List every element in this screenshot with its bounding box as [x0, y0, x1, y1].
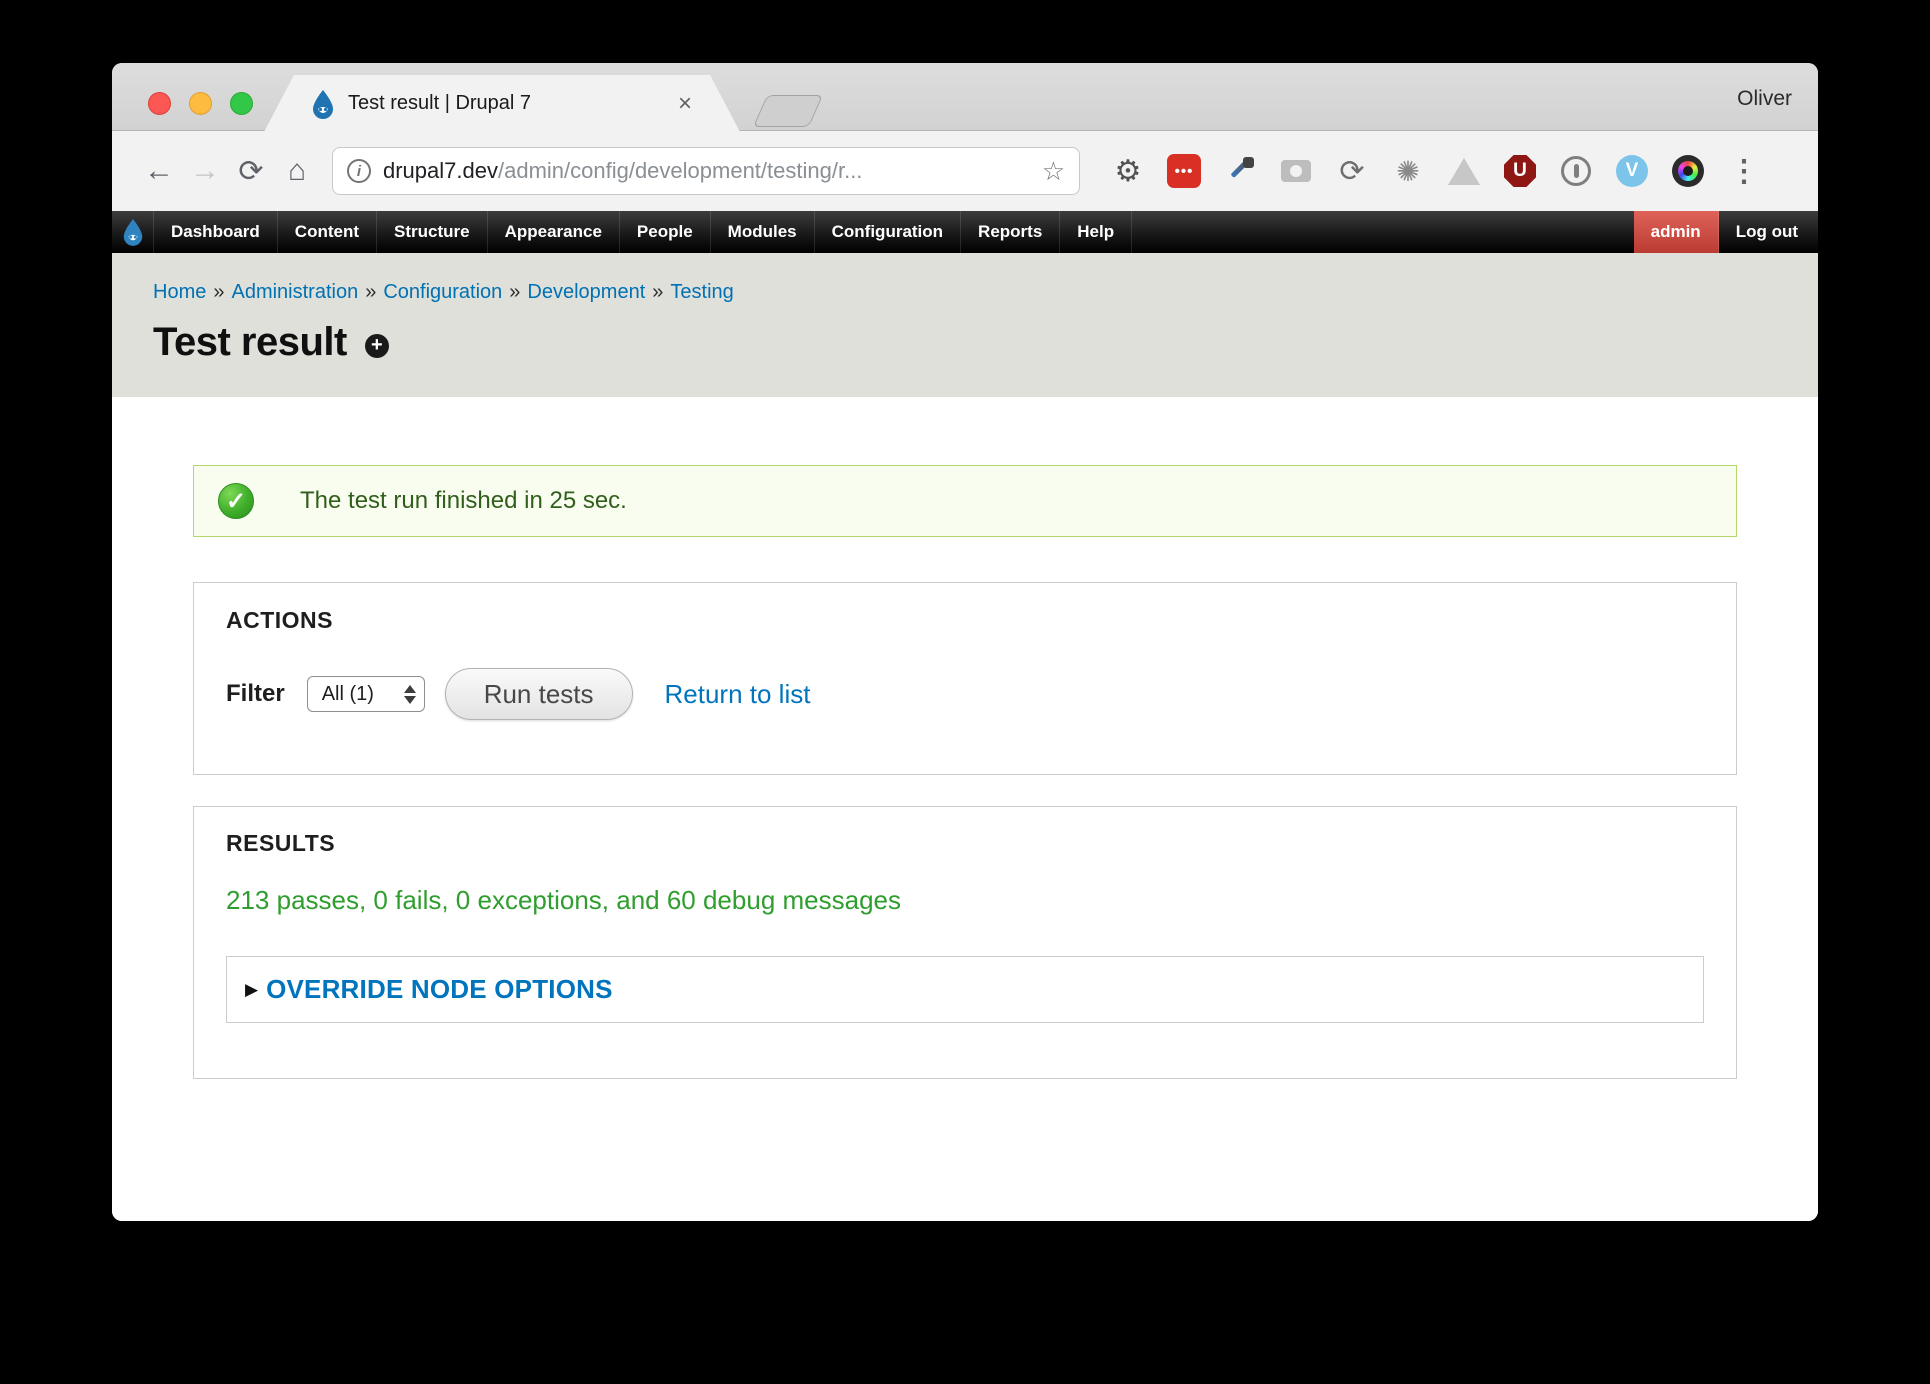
forward-icon: →: [182, 154, 228, 188]
status-message: ✓ The test run finished in 25 sec.: [193, 465, 1737, 537]
override-node-options-link[interactable]: OVERRIDE NODE OPTIONS: [266, 974, 613, 1005]
settings-gear-icon[interactable]: ⚙: [1115, 154, 1142, 189]
toolbar-logout[interactable]: Log out: [1719, 211, 1818, 253]
tab-close-icon[interactable]: ×: [678, 90, 692, 118]
toolbar-item-structure[interactable]: Structure: [377, 211, 488, 253]
breadcrumb-home[interactable]: Home: [153, 281, 206, 303]
toolbar-user-admin[interactable]: admin: [1634, 211, 1719, 253]
toolbar-item-people[interactable]: People: [620, 211, 711, 253]
toolbar-item-configuration[interactable]: Configuration: [815, 211, 961, 253]
results-panel: RESULTS 213 passes, 0 fails, 0 exception…: [193, 806, 1737, 1079]
toolbar-item-help[interactable]: Help: [1060, 211, 1132, 253]
reload-icon[interactable]: ⟳: [228, 154, 274, 189]
toolbar-item-dashboard[interactable]: Dashboard: [154, 211, 278, 253]
toolbar-item-reports[interactable]: Reports: [961, 211, 1060, 253]
ublock-origin-icon[interactable]: U: [1504, 155, 1536, 187]
home-icon[interactable]: ⌂: [274, 154, 320, 188]
drupal-logo-icon[interactable]: [112, 211, 154, 253]
add-shortcut-icon[interactable]: +: [365, 334, 389, 358]
browser-toolbar: ← → ⟳ ⌂ i drupal7.dev/admin/config/devel…: [112, 131, 1818, 211]
breadcrumb-testing[interactable]: Testing: [670, 281, 733, 303]
v-badge-icon[interactable]: V: [1616, 155, 1648, 187]
actions-panel: ACTIONS Filter All (1) Run tests Return …: [193, 582, 1737, 775]
close-window-button[interactable]: [148, 92, 171, 115]
eyedropper-icon[interactable]: [1225, 156, 1255, 186]
window-controls: [148, 92, 253, 115]
return-to-list-link[interactable]: Return to list: [665, 679, 811, 710]
breadcrumb-separator: »: [652, 281, 663, 303]
filter-select-value: All (1): [322, 683, 404, 706]
status-message-text: The test run finished in 25 sec.: [300, 487, 627, 515]
breadcrumb-separator: »: [509, 281, 520, 303]
url-path: /admin/config/development/testing/r...: [498, 158, 862, 183]
breadcrumb-configuration[interactable]: Configuration: [383, 281, 502, 303]
browser-profile-name: Oliver: [1737, 87, 1792, 111]
bookmark-star-icon[interactable]: ☆: [1042, 156, 1065, 187]
actions-heading: ACTIONS: [226, 607, 1704, 634]
toolbar-item-content[interactable]: Content: [278, 211, 377, 253]
address-bar[interactable]: i drupal7.dev/admin/config/development/t…: [332, 147, 1080, 195]
page-title: Test result: [153, 320, 347, 365]
collapsed-arrow-icon: ▶: [245, 980, 258, 1000]
success-check-icon: ✓: [218, 483, 254, 519]
toolbar-item-appearance[interactable]: Appearance: [488, 211, 620, 253]
zoom-window-button[interactable]: [230, 92, 253, 115]
results-heading: RESULTS: [226, 830, 1704, 857]
results-summary: 213 passes, 0 fails, 0 exceptions, and 6…: [226, 885, 1704, 916]
breadcrumb-development[interactable]: Development: [527, 281, 645, 303]
keyhole-icon[interactable]: [1561, 156, 1591, 186]
browser-window: Test result | Drupal 7 × Oliver ← → ⟳ ⌂ …: [112, 63, 1818, 1221]
tab-strip: Test result | Drupal 7 × Oliver: [112, 63, 1818, 131]
active-tab[interactable]: Test result | Drupal 7 ×: [264, 75, 740, 132]
toolbar-item-modules[interactable]: Modules: [711, 211, 815, 253]
breadcrumb-separator: »: [213, 281, 224, 303]
url-text[interactable]: drupal7.dev/admin/config/development/tes…: [383, 158, 1042, 184]
run-tests-button[interactable]: Run tests: [445, 668, 633, 720]
filter-label: Filter: [226, 680, 285, 708]
breadcrumb: Home » Administration » Configuration » Develo…: [153, 281, 1818, 304]
spiky-gear-icon[interactable]: ✺: [1396, 155, 1419, 188]
filter-select[interactable]: All (1): [307, 676, 425, 712]
page-header: Home » Administration » Configuration » Develo…: [112, 253, 1818, 397]
minimize-window-button[interactable]: [189, 92, 212, 115]
drupal-admin-toolbar: Dashboard Content Structure Appearance P…: [112, 211, 1818, 253]
breadcrumb-administration[interactable]: Administration: [231, 281, 358, 303]
page-info-icon[interactable]: i: [347, 159, 371, 183]
url-domain: drupal7.dev: [383, 158, 498, 183]
override-node-options-fieldset[interactable]: ▶ OVERRIDE NODE OPTIONS: [226, 956, 1704, 1023]
tab-title: Test result | Drupal 7: [348, 92, 678, 115]
select-arrows-icon: [404, 685, 416, 704]
breadcrumb-separator: »: [365, 281, 376, 303]
back-icon[interactable]: ←: [136, 154, 182, 188]
sync-refresh-icon[interactable]: ⟳: [1339, 154, 1364, 189]
drupal-favicon: [310, 89, 336, 119]
browser-menu-icon[interactable]: ⋮: [1729, 154, 1759, 189]
lastpass-icon[interactable]: •••: [1167, 154, 1201, 188]
page-content: ✓ The test run finished in 25 sec. ACTIO…: [112, 397, 1818, 1221]
extension-icons: ⚙ ••• ⟳ ✺ U V ⋮: [1100, 154, 1772, 189]
camera-lens-icon[interactable]: [1672, 155, 1704, 187]
new-tab-button[interactable]: [753, 95, 823, 127]
camera-icon[interactable]: [1281, 160, 1311, 182]
drive-triangle-icon[interactable]: [1448, 158, 1480, 185]
